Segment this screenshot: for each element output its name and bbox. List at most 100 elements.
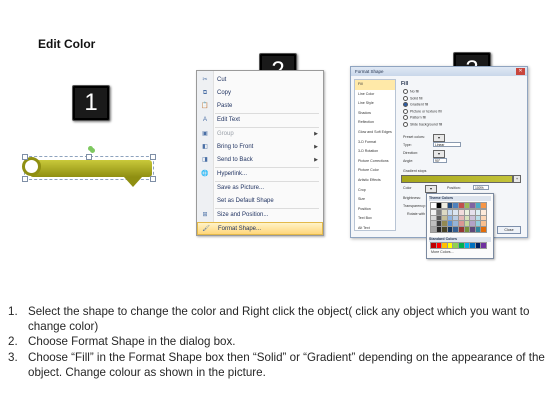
standard-color-swatch[interactable] <box>435 242 443 249</box>
theme-tint-swatch[interactable] <box>430 220 437 228</box>
menu-item-group[interactable]: ▣ Group ▶ <box>197 128 323 141</box>
sidebar-item[interactable]: Text Box <box>355 214 395 224</box>
menu-item-format-shape[interactable]: 🖌 Format Shape... <box>197 222 323 235</box>
sidebar-item[interactable]: Artistic Effects <box>355 176 395 186</box>
theme-tint-swatch[interactable] <box>480 214 488 222</box>
sidebar-item[interactable]: Crop <box>355 186 395 196</box>
standard-color-swatch[interactable] <box>469 242 477 249</box>
theme-tint-swatch[interactable] <box>474 209 482 216</box>
theme-tint-swatch[interactable] <box>474 220 482 228</box>
sidebar-item[interactable]: Size <box>355 195 395 205</box>
theme-tint-swatch[interactable] <box>463 209 471 216</box>
theme-color-swatch[interactable] <box>463 202 471 209</box>
sidebar-item[interactable]: Picture Color <box>355 166 395 176</box>
theme-tint-swatch[interactable] <box>469 225 477 233</box>
fill-option-radio[interactable]: Slide background fill <box>403 122 442 127</box>
theme-tint-swatch[interactable] <box>446 220 454 228</box>
fill-option-radio[interactable]: Picture or texture fill <box>403 109 442 114</box>
theme-color-swatch[interactable] <box>435 202 443 209</box>
theme-color-swatch[interactable] <box>441 202 449 209</box>
menu-item-paste[interactable]: 📋 Paste <box>197 100 323 113</box>
sidebar-item[interactable]: Fill <box>355 80 395 90</box>
standard-color-swatch[interactable] <box>463 242 471 249</box>
gradient-stops-bar[interactable] <box>401 175 513 183</box>
sidebar-item[interactable]: 3-D Rotation <box>355 147 395 157</box>
sidebar-item[interactable]: Shadow <box>355 109 395 119</box>
theme-color-swatch[interactable] <box>469 202 477 209</box>
theme-tint-swatch[interactable] <box>480 220 488 228</box>
theme-color-swatch[interactable] <box>446 202 454 209</box>
theme-tint-swatch[interactable] <box>435 220 443 228</box>
sidebar-item[interactable]: Reflection <box>355 118 395 128</box>
menu-item-set-as-default-shape[interactable]: Set as Default Shape <box>197 195 323 208</box>
sidebar-item[interactable]: Line Style <box>355 99 395 109</box>
theme-tint-swatch[interactable] <box>452 225 460 233</box>
position-input[interactable]: 100% <box>473 185 489 190</box>
theme-tint-swatch[interactable] <box>463 214 471 222</box>
adjust-handle[interactable] <box>90 148 95 153</box>
theme-tint-swatch[interactable] <box>430 209 437 216</box>
sidebar-item[interactable]: 3-D Format <box>355 138 395 148</box>
theme-tint-swatch[interactable] <box>430 214 437 222</box>
theme-tint-swatch[interactable] <box>452 214 460 222</box>
close-button[interactable]: Close <box>497 226 521 234</box>
theme-tint-swatch[interactable] <box>430 225 437 233</box>
theme-color-swatch[interactable] <box>480 202 488 209</box>
theme-tint-swatch[interactable] <box>441 209 449 216</box>
menu-item-hyperlink[interactable]: 🌐 Hyperlink... <box>197 168 323 181</box>
angle-input[interactable]: 90° <box>433 158 447 163</box>
theme-tint-swatch[interactable] <box>457 209 465 216</box>
theme-tint-swatch[interactable] <box>435 214 443 222</box>
theme-tint-swatch[interactable] <box>463 225 471 233</box>
resize-handle[interactable] <box>150 176 156 182</box>
theme-tint-swatch[interactable] <box>446 209 454 216</box>
menu-item-copy[interactable]: ⧉ Copy <box>197 87 323 100</box>
theme-tint-swatch[interactable] <box>446 225 454 233</box>
selected-callout-shape[interactable] <box>20 146 160 194</box>
standard-color-swatch[interactable] <box>480 242 488 249</box>
fill-option-radio[interactable]: Pattern fill <box>403 115 426 120</box>
menu-item-bring-to-front[interactable]: ◧ Bring to Front ▶ <box>197 141 323 154</box>
theme-tint-swatch[interactable] <box>474 214 482 222</box>
theme-tint-swatch[interactable] <box>441 214 449 222</box>
sidebar-item[interactable]: Picture Corrections <box>355 157 395 167</box>
standard-color-swatch[interactable] <box>430 242 437 249</box>
close-icon[interactable]: ✕ <box>516 68 525 75</box>
theme-color-swatch[interactable] <box>452 202 460 209</box>
theme-tint-swatch[interactable] <box>457 225 465 233</box>
standard-color-swatch[interactable] <box>441 242 449 249</box>
resize-handle[interactable] <box>150 154 156 160</box>
theme-tint-swatch[interactable] <box>474 225 482 233</box>
sidebar-item[interactable]: Position <box>355 205 395 215</box>
standard-color-swatch[interactable] <box>457 242 465 249</box>
fill-option-radio[interactable]: Solid fill <box>403 96 422 101</box>
theme-tint-swatch[interactable] <box>469 220 477 228</box>
resize-handle[interactable] <box>22 176 28 182</box>
sidebar-item[interactable]: Glow and Soft Edges <box>355 128 395 138</box>
add-stop-button[interactable]: + <box>513 175 521 183</box>
resize-handle[interactable] <box>86 154 92 160</box>
standard-color-swatch[interactable] <box>446 242 454 249</box>
theme-tint-swatch[interactable] <box>469 214 477 222</box>
color-picker-button[interactable]: ▾ <box>425 185 437 193</box>
preset-colors-button[interactable]: ▾ <box>433 134 445 142</box>
theme-tint-swatch[interactable] <box>441 220 449 228</box>
theme-tint-swatch[interactable] <box>435 225 443 233</box>
standard-color-swatch[interactable] <box>452 242 460 249</box>
direction-button[interactable]: ▾ <box>433 150 445 158</box>
theme-tint-swatch[interactable] <box>457 214 465 222</box>
sidebar-item[interactable]: Line Color <box>355 90 395 100</box>
menu-item-edit-text[interactable]: A Edit Text <box>197 114 323 127</box>
menu-item-save-as-picture[interactable]: Save as Picture... <box>197 182 323 195</box>
theme-tint-swatch[interactable] <box>441 225 449 233</box>
theme-tint-swatch[interactable] <box>452 220 460 228</box>
theme-color-swatch[interactable] <box>457 202 465 209</box>
type-select[interactable]: Linear <box>433 142 461 147</box>
theme-tint-swatch[interactable] <box>452 209 460 216</box>
theme-tint-swatch[interactable] <box>480 225 488 233</box>
more-colors-option[interactable]: More Colors... <box>431 250 454 254</box>
fill-option-radio[interactable]: No fill <box>403 89 419 94</box>
fill-option-radio[interactable]: Gradient fill <box>403 102 428 107</box>
theme-tint-swatch[interactable] <box>469 209 477 216</box>
menu-item-cut[interactable]: ✂ Cut <box>197 74 323 87</box>
